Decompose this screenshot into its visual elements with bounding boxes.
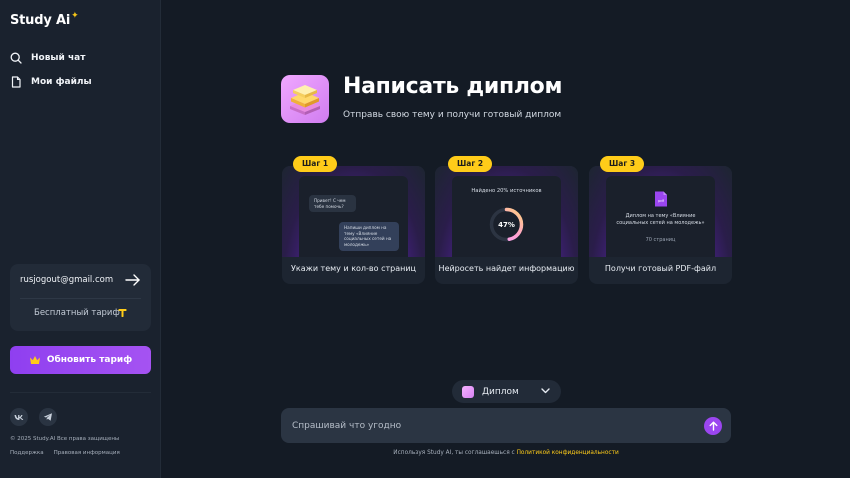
send-button[interactable] [704, 417, 722, 435]
search-icon [10, 52, 22, 64]
plan-t-icon [118, 309, 127, 317]
user-bubble: Напиши диплом на тему «Влияние социальны… [339, 222, 399, 251]
step-caption: Укажи тему и кол-во страниц [291, 264, 416, 273]
plan-label: Бесплатный тариф [34, 308, 120, 318]
step-visual: Привет! С чем тебе помочь? Напиши диплом… [282, 166, 425, 257]
sidebar: Study Ai✦ Новый чат Мои файлы rusjogout@… [0, 0, 161, 478]
vk-icon [14, 415, 24, 420]
step-visual: pdf Диплом на тему «Влияние социальных с… [589, 166, 732, 257]
step-caption: Получи готовый PDF-файл [604, 264, 717, 273]
footer-links: Поддержка Правовая информация [10, 450, 120, 456]
sparkle-icon: ✦ [71, 11, 79, 21]
upgrade-plan-button[interactable]: Обновить тариф [10, 346, 151, 374]
diploma-mode-icon [462, 385, 474, 398]
legal-info-link[interactable]: Правовая информация [54, 450, 120, 456]
arrow-up-icon [709, 421, 718, 431]
privacy-policy-link[interactable]: Политикой конфиденциальности [517, 450, 619, 456]
mode-dropdown[interactable]: Диплом [452, 380, 561, 403]
sidebar-item-label: Мои файлы [31, 77, 92, 87]
chevron-down-icon [541, 388, 550, 394]
sources-found-text: Найдено 20% источников [471, 188, 542, 194]
step-badge: Шаг 3 [600, 156, 645, 172]
mode-label: Диплом [482, 386, 519, 397]
account-card: rusjogout@gmail.com Бесплатный тариф [10, 264, 151, 331]
chat-input[interactable] [281, 408, 731, 443]
step-badge: Шаг 2 [448, 156, 493, 172]
vk-link[interactable] [10, 408, 28, 426]
file-icon [11, 76, 21, 88]
page-title: Написать диплом [343, 74, 563, 99]
pdf-preview: pdf Диплом на тему «Влияние социальных с… [606, 176, 715, 257]
support-link[interactable]: Поддержка [10, 450, 44, 456]
sidebar-item-label: Новый чат [31, 53, 86, 63]
logo-ai-text: Ai [55, 13, 71, 28]
pdf-label: pdf [658, 199, 665, 203]
divider [20, 298, 141, 299]
search-preview: Найдено 20% источников 47% [452, 176, 561, 257]
step-badge: Шаг 1 [293, 156, 338, 172]
bot-bubble: Привет! С чем тебе помочь? [309, 195, 356, 213]
telegram-link[interactable] [39, 408, 57, 426]
step-visual: Найдено 20% источников 47% [435, 166, 578, 257]
account-email: rusjogout@gmail.com [20, 275, 114, 285]
upgrade-label: Обновить тариф [46, 355, 133, 365]
step-caption: Нейросеть найдет информацию [438, 264, 575, 273]
page-subtitle: Отправь свою тему и получи готовый дипло… [343, 110, 562, 120]
progress-percent: 47% [498, 220, 515, 229]
pdf-file-icon: pdf [655, 191, 667, 207]
diploma-stack-icon [281, 75, 329, 123]
pdf-pages: 70 страниц [645, 237, 676, 243]
step-card-2: Найдено 20% источников 47% Нейросеть най… [435, 166, 578, 284]
crown-icon [29, 356, 40, 364]
pdf-title: Диплом на тему «Влияние социальных сетей… [616, 213, 705, 226]
telegram-icon [43, 413, 52, 421]
logo-text: Study [10, 13, 52, 28]
chat-preview: Привет! С чем тебе помочь? Напиши диплом… [299, 176, 408, 257]
step-card-1: Привет! С чем тебе помочь? Напиши диплом… [282, 166, 425, 284]
logo[interactable]: Study Ai✦ [10, 11, 79, 28]
privacy-disclaimer: Используя Study AI, ты соглашаешься с По… [281, 450, 731, 456]
divider [10, 392, 151, 393]
sidebar-item-my-files[interactable]: Мои файлы [10, 76, 92, 88]
disclaimer-text: Используя Study AI, ты соглашаешься с [393, 450, 517, 456]
logout-arrow-icon[interactable] [125, 273, 141, 287]
sidebar-item-new-chat[interactable]: Новый чат [10, 52, 85, 64]
step-card-3: pdf Диплом на тему «Влияние социальных с… [589, 166, 732, 284]
copyright: © 2025 Study.AI Все права защищены [10, 436, 120, 442]
